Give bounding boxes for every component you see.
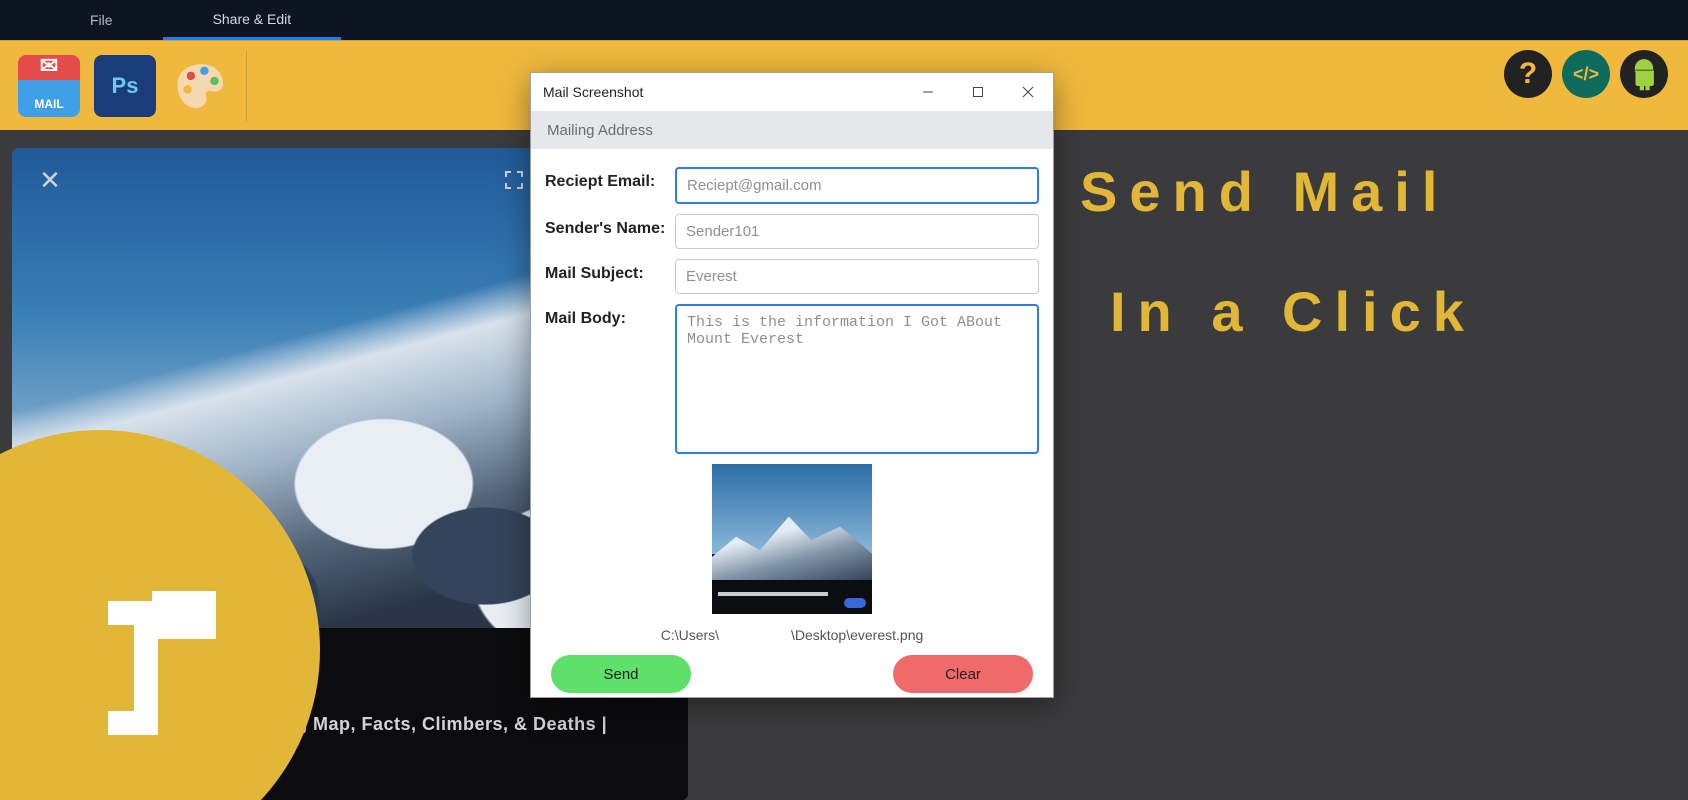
mail-subject-input[interactable] [675, 259, 1039, 294]
dialog-tab-strip: Mailing Address [531, 111, 1053, 149]
mail-body-textarea[interactable] [675, 304, 1039, 454]
minimize-button[interactable] [903, 73, 953, 111]
palette-icon [174, 59, 228, 113]
code-icon[interactable]: </> [1562, 50, 1610, 98]
attachment-path: C:\Users\ \Desktop\everest.png [545, 627, 1039, 643]
promo-line-2: In a Click [1080, 270, 1680, 354]
close-button[interactable] [1003, 73, 1053, 111]
photoshop-tool-button[interactable]: Ps [94, 55, 156, 117]
mail-screenshot-dialog: Mail Screenshot Mailing Address Reciept … [530, 72, 1054, 698]
send-button[interactable]: Send [551, 655, 691, 693]
sender-name-label: Sender's Name: [545, 214, 675, 238]
menu-share-edit[interactable]: Share & Edit [163, 0, 342, 40]
promo-text: Send Mail In a Click [1080, 150, 1680, 354]
menu-file[interactable]: File [40, 0, 163, 40]
menu-bar: File Share & Edit [0, 0, 1688, 40]
sender-name-input[interactable] [675, 214, 1039, 249]
promo-line-1: Send Mail [1080, 150, 1680, 234]
logo-glyph [90, 573, 230, 800]
path-right: \Desktop\everest.png [791, 627, 923, 643]
paint-tool-button[interactable] [170, 55, 232, 117]
mail-tool-label: MAIL [34, 97, 63, 111]
android-icon[interactable] [1620, 50, 1668, 98]
mail-subject-label: Mail Subject: [545, 259, 675, 283]
dialog-title: Mail Screenshot [543, 84, 643, 100]
help-icon[interactable]: ? [1504, 50, 1552, 98]
ribbon-right-icons: ? </> [1504, 50, 1668, 98]
path-left: C:\Users\ [661, 627, 719, 643]
mail-form: Reciept Email: Sender's Name: Mail Subje… [531, 149, 1053, 711]
close-icon[interactable]: ✕ [32, 162, 68, 198]
mailing-address-tab[interactable]: Mailing Address [547, 122, 653, 139]
clear-button[interactable]: Clear [893, 655, 1033, 693]
toolbar-divider [246, 51, 247, 121]
receipt-email-input[interactable] [675, 167, 1039, 204]
dialog-titlebar[interactable]: Mail Screenshot [531, 73, 1053, 111]
attachment-thumbnail[interactable] [712, 464, 872, 614]
mail-body-label: Mail Body: [545, 304, 675, 328]
maximize-button[interactable] [953, 73, 1003, 111]
receipt-email-label: Reciept Email: [545, 167, 675, 191]
fullscreen-icon[interactable] [496, 162, 532, 198]
mail-tool-button[interactable]: MAIL [18, 55, 80, 117]
photoshop-label: Ps [112, 73, 139, 99]
